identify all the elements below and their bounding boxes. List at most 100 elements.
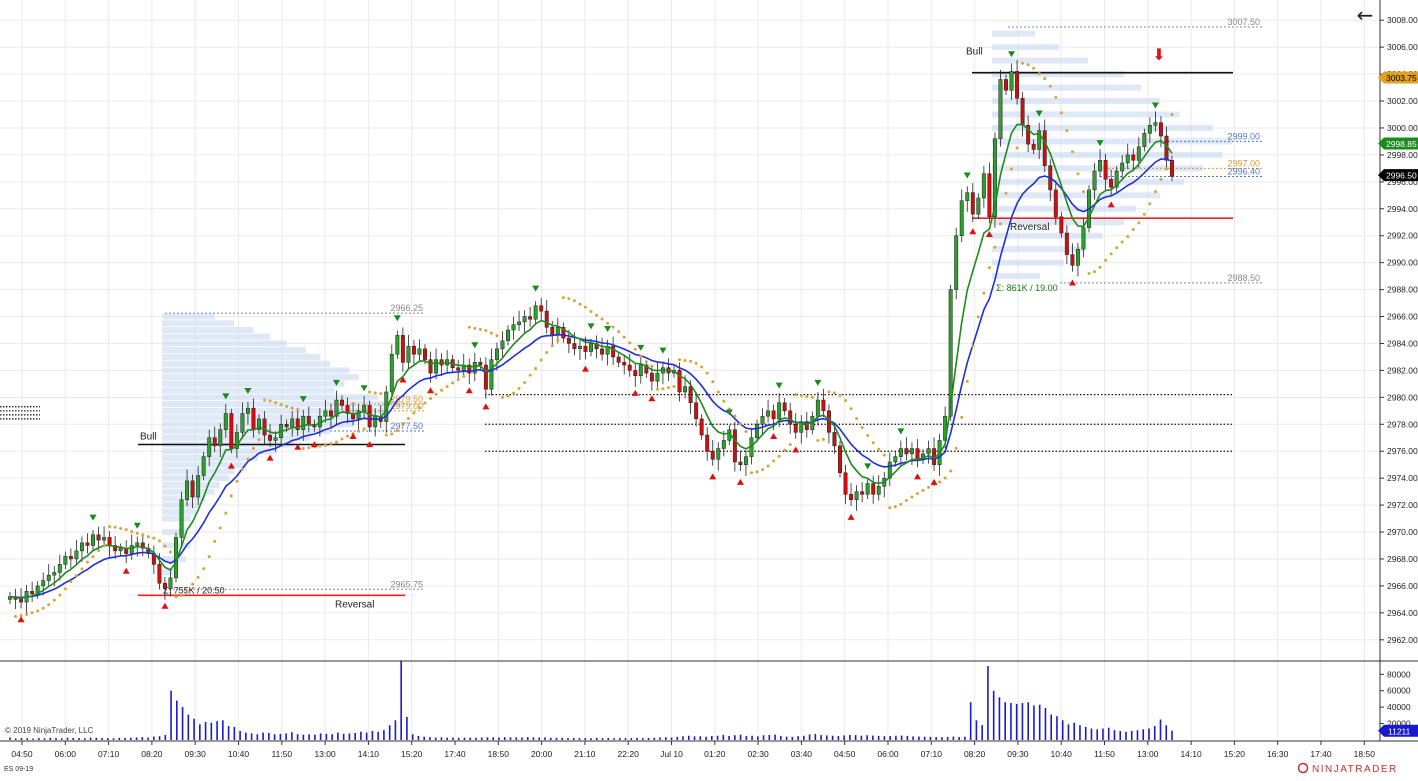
psar-dot [180, 593, 184, 597]
volume-bar [854, 735, 857, 740]
psar-dot [1164, 167, 1168, 171]
volume-bar [83, 738, 86, 740]
candle-body [638, 364, 643, 377]
candle-body [129, 545, 134, 554]
psar-dot [1120, 240, 1124, 244]
volume-bar [1038, 704, 1041, 740]
y-tick-label: 2974.00 [1387, 473, 1418, 483]
volume-bar [49, 737, 52, 740]
volume-bar [1130, 730, 1133, 740]
candle-body [389, 353, 394, 393]
psar-dot [202, 567, 206, 571]
psar-dot [108, 525, 112, 529]
psar-dot [910, 495, 914, 499]
volume-bar [1159, 719, 1162, 740]
psar-dot [904, 499, 908, 503]
volume-bar [1021, 703, 1024, 740]
psar-dot [1153, 190, 1157, 194]
psar-dot [965, 379, 969, 383]
candle-body [539, 305, 544, 312]
psar-dot [512, 391, 516, 395]
candle-body [96, 534, 101, 541]
volume-bar [739, 734, 742, 740]
psar-dot [257, 438, 261, 442]
x-tick-label: 13:00 [1137, 749, 1159, 759]
price-chart[interactable]: 3007.502999.002997.002996.402988.502966.… [0, 0, 1418, 776]
volume-axis: 80000600004000020000 [1380, 669, 1411, 729]
candle-body [1009, 71, 1014, 91]
volume-bar [1067, 724, 1070, 740]
volume-bar [319, 733, 322, 740]
time-axis: 04:50 06:00 07:10 08:20 09:30 10:40 11:50 13:00… [11, 741, 1375, 759]
psar-dot [489, 331, 493, 335]
psar-dot [357, 429, 361, 433]
psar-dot [296, 408, 300, 412]
x-tick-label: 22:20 [618, 749, 640, 759]
psar-dot [334, 440, 338, 444]
y-tick-label: 2994.00 [1387, 204, 1418, 214]
psar-dot [307, 446, 311, 450]
swing-high-marker [532, 285, 540, 292]
x-tick-label: 14:10 [1180, 749, 1202, 759]
volume-bar [285, 733, 287, 740]
psar-dot [860, 425, 864, 429]
psar-dot [395, 429, 399, 433]
candle-body [340, 399, 344, 406]
x-tick-label: 10:40 [1051, 749, 1073, 759]
y-tick-label: 2962.00 [1387, 635, 1418, 645]
candle-body [1081, 227, 1086, 250]
swing-low-marker [770, 433, 778, 440]
y-tick-label: 3002.00 [1387, 96, 1418, 106]
psar-dot [135, 531, 139, 535]
profile-bin [162, 414, 374, 421]
psar-dot [445, 384, 449, 388]
psar-dot [666, 386, 670, 390]
back-arrow-icon[interactable]: ← [1352, 4, 1378, 28]
y-tick-label: 2966.00 [1387, 312, 1418, 322]
volume-bar [1079, 725, 1081, 740]
psar-dot [85, 560, 89, 564]
psar-dot [689, 359, 693, 363]
volume-bar [526, 737, 529, 740]
volume-bar [95, 737, 98, 740]
volume-bar [952, 736, 955, 740]
swing-low-marker [266, 454, 274, 461]
psar-dot [168, 550, 172, 554]
volume-bar [187, 714, 190, 740]
candle-body [434, 359, 439, 374]
volume-bar [636, 737, 638, 740]
volume-bar [774, 734, 776, 740]
psar-dot [229, 494, 233, 498]
volume-bar [722, 734, 725, 740]
candle-body [732, 429, 737, 463]
volume-bar [325, 733, 328, 740]
swing-high-marker [659, 347, 667, 354]
candle-body [566, 337, 571, 344]
candle-body [849, 494, 854, 500]
candle-body [528, 316, 533, 320]
psar-dot [755, 470, 759, 474]
volume-bar [711, 736, 713, 740]
volume-bar [987, 666, 989, 740]
psar-dot [1137, 221, 1141, 225]
candle-body [1153, 122, 1158, 126]
candle-body [251, 407, 256, 430]
volume-bar [124, 738, 126, 740]
candle-body [417, 348, 422, 355]
psar-dot [467, 325, 471, 329]
volume-bar [699, 736, 702, 740]
psar-dot [174, 595, 178, 599]
volume-bar [549, 737, 552, 740]
psar-dot [362, 427, 366, 431]
swing-high-marker [133, 522, 141, 529]
candle-body [743, 456, 748, 465]
x-tick-label: 14:10 [358, 749, 380, 759]
volume-bar [998, 697, 1001, 740]
profile-bin [162, 367, 350, 374]
psar-dot [1170, 112, 1174, 116]
candle-body [627, 364, 632, 371]
candle-body [1170, 160, 1174, 177]
psar-dot [716, 390, 720, 394]
candle-body [909, 448, 914, 455]
psar-dot [954, 446, 958, 450]
